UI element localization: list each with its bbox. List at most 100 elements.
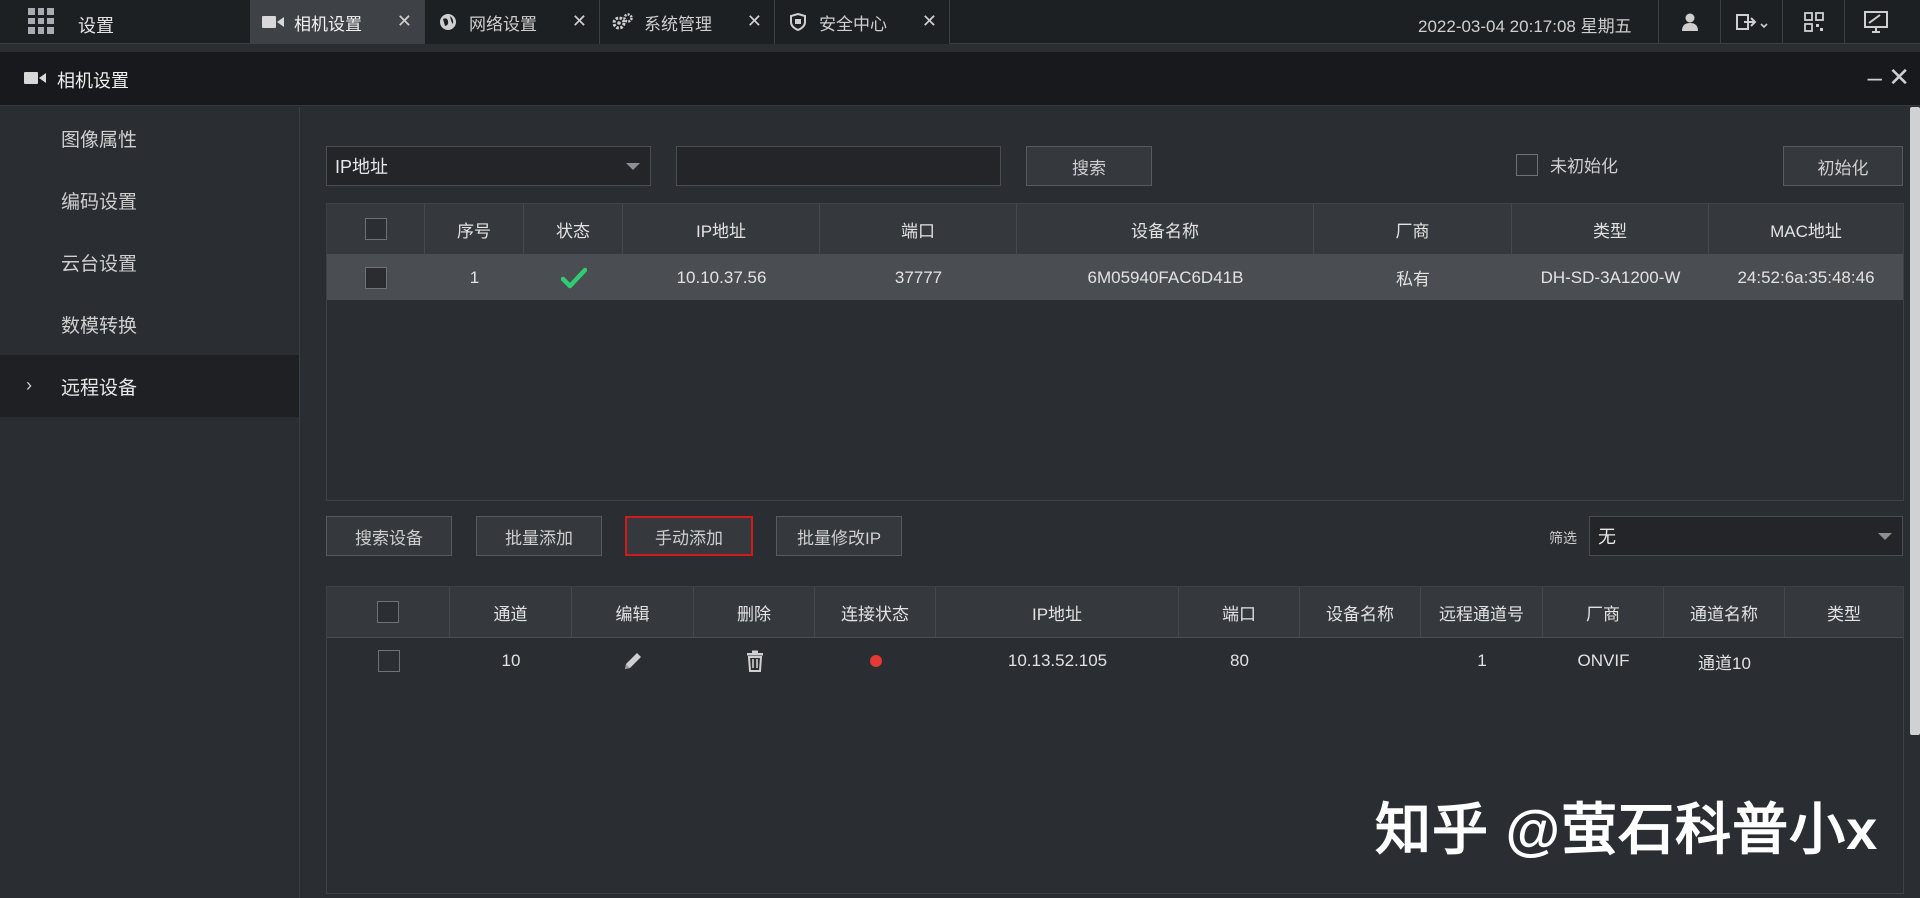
tab-network-settings[interactable]: 网络设置 ✕ <box>425 0 600 44</box>
row-type <box>1785 638 1903 684</box>
select-all-checkbox[interactable] <box>377 601 399 623</box>
chevron-right-icon: › <box>26 375 32 395</box>
tab-camera-settings[interactable]: 相机设置 ✕ <box>250 0 425 44</box>
chevron-down-icon <box>1878 533 1892 540</box>
uninitialized-checkbox[interactable] <box>1516 153 1538 176</box>
filter-select[interactable]: 无 <box>1589 516 1903 556</box>
gears-icon <box>612 13 634 30</box>
chevron-down-icon <box>626 163 640 170</box>
row-device-name: 6M05940FAC6D41B <box>1087 267 1244 287</box>
search-type-select[interactable]: IP地址 <box>326 146 651 186</box>
row-remote-channel: 1 <box>1477 651 1487 670</box>
tab-system-management[interactable]: 系统管理 ✕ <box>600 0 775 44</box>
column-header[interactable]: 端口 <box>1179 587 1300 637</box>
camera-icon <box>24 71 46 90</box>
close-icon[interactable]: ✕ <box>747 12 762 30</box>
row-checkbox[interactable] <box>377 650 400 672</box>
column-header[interactable]: 设备名称 <box>1300 587 1421 637</box>
minimize-button[interactable]: – <box>1868 62 1882 93</box>
uninitialized-filter[interactable]: 未初始化 <box>1516 152 1618 177</box>
column-header[interactable]: 序号 <box>425 204 524 254</box>
batch-modify-ip-button[interactable]: 批量修改IP <box>776 516 902 556</box>
manual-add-button[interactable]: 手动添加 <box>625 516 753 556</box>
sidebar-item-label: 远程设备 <box>61 377 138 399</box>
column-header[interactable]: 厂商 <box>1314 204 1512 254</box>
row-ip: 10.10.37.56 <box>676 267 767 287</box>
logout-icon[interactable] <box>1720 0 1782 44</box>
tab-security-center[interactable]: 安全中心 ✕ <box>775 0 950 44</box>
column-header[interactable]: IP地址 <box>936 587 1179 637</box>
select-all-cell <box>327 587 450 637</box>
vertical-scrollbar[interactable] <box>1910 107 1920 735</box>
sidebar-item-encoding-settings[interactable]: 编码设置 <box>0 169 299 231</box>
sidebar-item-label: 数模转换 <box>61 315 138 337</box>
search-device-button[interactable]: 搜索设备 <box>326 516 452 556</box>
column-header[interactable]: 设备名称 <box>1017 204 1314 254</box>
column-header[interactable]: 通道名称 <box>1664 587 1785 637</box>
table-row[interactable]: 1 10.10.37.56 37777 6M05940FAC6D41B 私有 D… <box>327 255 1903 300</box>
connection-status-dot <box>815 638 936 684</box>
column-header[interactable]: 端口 <box>820 204 1017 254</box>
column-header[interactable]: 删除 <box>694 587 815 637</box>
sidebar-item-da-conversion[interactable]: 数模转换 <box>0 293 299 355</box>
row-checkbox[interactable] <box>365 266 387 289</box>
trash-icon[interactable] <box>694 638 815 684</box>
sidebar-item-remote-device[interactable]: › 远程设备 <box>0 355 299 417</box>
sidebar-item-ptz-settings[interactable]: 云台设置 <box>0 231 299 293</box>
close-icon[interactable]: ✕ <box>922 12 937 30</box>
row-ip: 10.13.52.105 <box>1007 651 1108 670</box>
sidebar-item-label: 图像属性 <box>61 129 138 151</box>
column-header[interactable]: 通道 <box>450 587 572 637</box>
main-panel: IP地址 搜索 未初始化 初始化 序号 状态 IP地址 端口 设备名称 厂商 类… <box>301 107 1920 898</box>
table-row[interactable]: 10 10.13.52.105 80 1 ONVIF 通道10 <box>327 638 1903 684</box>
column-header[interactable]: 连接状态 <box>815 587 936 637</box>
user-icon[interactable] <box>1658 0 1720 44</box>
column-header[interactable]: 类型 <box>1785 587 1903 637</box>
row-type: DH-SD-3A1200-W <box>1540 267 1681 287</box>
watermark: 知乎 @萤石科普小x <box>1375 798 1879 861</box>
sidebar-item-label: 云台设置 <box>61 253 138 275</box>
apps-grid-icon[interactable] <box>28 8 54 34</box>
device-table: 序号 状态 IP地址 端口 设备名称 厂商 类型 MAC地址 1 10.10.3… <box>326 203 1904 501</box>
column-header[interactable]: IP地址 <box>623 204 820 254</box>
window-header: 相机设置 – ✕ <box>0 52 1920 106</box>
column-header[interactable]: 编辑 <box>572 587 694 637</box>
row-port: 80 <box>1230 651 1249 670</box>
row-select-cell <box>327 255 425 300</box>
monitor-icon[interactable] <box>1844 0 1906 44</box>
toolbar-icons <box>1658 0 1906 44</box>
initialize-button[interactable]: 初始化 <box>1783 146 1903 186</box>
column-header[interactable]: 厂商 <box>1543 587 1664 637</box>
close-icon[interactable]: ✕ <box>572 12 587 30</box>
qr-code-icon[interactable] <box>1782 0 1844 44</box>
top-bar: 设置 相机设置 ✕ 网络设置 ✕ 系统管理 ✕ 安全中心 ✕ 2022-03-0… <box>0 0 1920 44</box>
sidebar: 图像属性 编码设置 云台设置 数模转换 › 远程设备 <box>0 107 300 898</box>
select-all-checkbox[interactable] <box>364 218 387 240</box>
column-header[interactable]: 状态 <box>524 204 623 254</box>
tab-label: 相机设置 <box>294 14 362 34</box>
camera-icon <box>262 14 284 30</box>
app-title: 设置 <box>78 16 114 36</box>
table-header: 通道 编辑 删除 连接状态 IP地址 端口 设备名称 远程通道号 厂商 通道名称… <box>327 587 1903 638</box>
table-header: 序号 状态 IP地址 端口 设备名称 厂商 类型 MAC地址 <box>327 204 1903 255</box>
search-button[interactable]: 搜索 <box>1026 146 1152 186</box>
select-value: IP地址 <box>335 157 389 177</box>
globe-icon <box>437 14 459 30</box>
column-header[interactable]: MAC地址 <box>1709 204 1903 254</box>
sidebar-item-image-properties[interactable]: 图像属性 <box>0 107 299 169</box>
sidebar-item-label: 编码设置 <box>61 191 138 213</box>
close-window-button[interactable]: ✕ <box>1888 62 1910 93</box>
edit-icon[interactable] <box>572 638 694 684</box>
status-ok-icon <box>524 255 623 300</box>
column-header[interactable]: 类型 <box>1512 204 1709 254</box>
row-channel: 10 <box>501 651 521 670</box>
close-icon[interactable]: ✕ <box>397 12 412 30</box>
tab-label: 安全中心 <box>819 14 887 34</box>
row-index: 1 <box>469 267 480 287</box>
uninitialized-label: 未初始化 <box>1550 157 1618 176</box>
tab-label: 网络设置 <box>469 14 537 34</box>
column-header[interactable]: 远程通道号 <box>1421 587 1543 637</box>
search-input[interactable] <box>676 146 1001 186</box>
batch-add-button[interactable]: 批量添加 <box>476 516 602 556</box>
row-vendor: ONVIF <box>1577 651 1630 670</box>
